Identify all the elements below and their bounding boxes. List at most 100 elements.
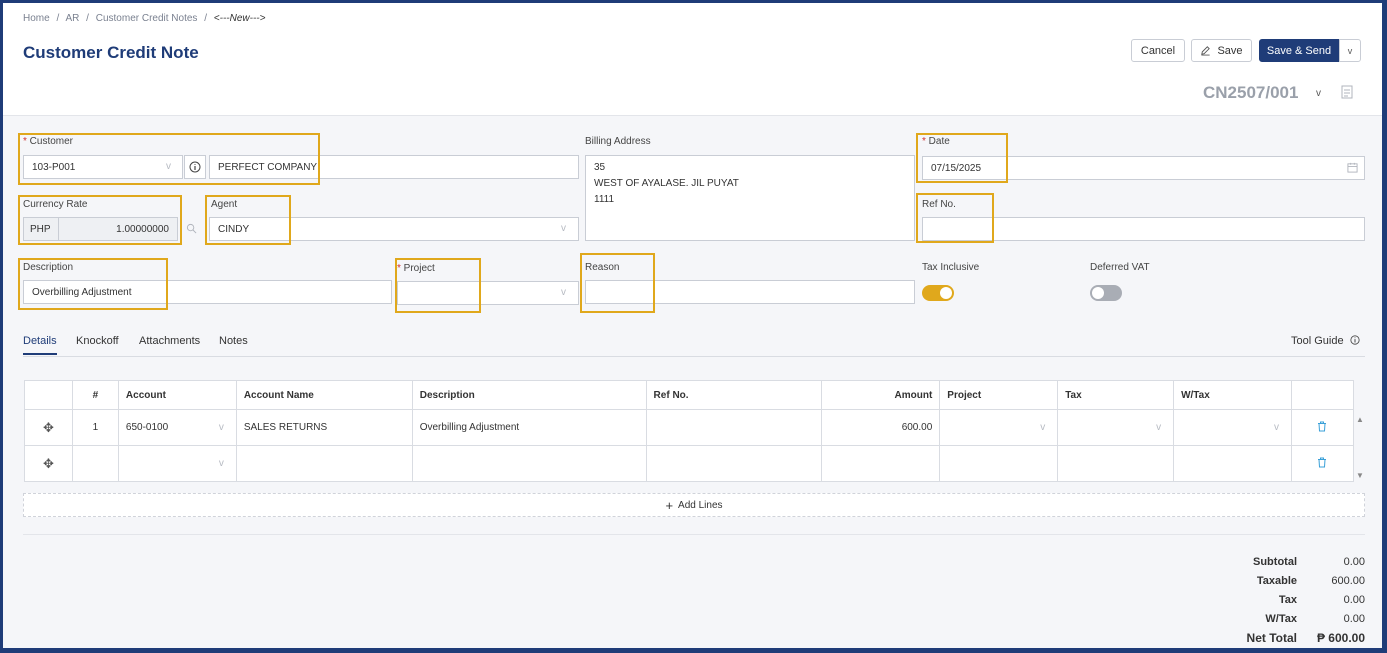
col-no: # — [71, 380, 119, 410]
amount-cell[interactable]: 600.00 — [821, 409, 941, 446]
tab-details[interactable]: Details — [23, 335, 57, 355]
address-line: WEST OF AYALASE. JIL PUYAT — [594, 178, 739, 189]
breadcrumb-credit-notes[interactable]: Customer Credit Notes — [96, 13, 198, 24]
line-project-select[interactable] — [939, 445, 1059, 482]
line-ref-no-cell[interactable] — [645, 445, 823, 482]
deferred-vat-label: Deferred VAT — [1090, 262, 1150, 273]
line-wtax-select[interactable]: v — [1173, 409, 1292, 446]
line-tax-select[interactable] — [1057, 445, 1175, 482]
wtax-label: W/Tax — [1265, 613, 1297, 625]
col-actions — [1290, 380, 1355, 410]
line-tax-select[interactable]: v — [1057, 409, 1175, 446]
tab-notes[interactable]: Notes — [219, 335, 248, 347]
amount-cell[interactable] — [821, 445, 941, 482]
trash-icon — [1318, 457, 1327, 467]
col-description: Description — [411, 380, 647, 410]
account-select[interactable]: v — [117, 445, 237, 482]
drag-handle-icon[interactable]: ✥ — [24, 409, 73, 446]
chevron-down-icon: v — [218, 422, 224, 433]
save-send-button[interactable]: Save & Send — [1259, 39, 1339, 62]
divider — [23, 534, 1365, 535]
pencil-icon — [1201, 46, 1211, 56]
agent-select[interactable]: CINDY — [209, 217, 579, 241]
breadcrumb: Home / AR / Customer Credit Notes / <---… — [23, 13, 269, 24]
reason-input[interactable] — [585, 280, 915, 304]
col-wtax: W/Tax — [1173, 380, 1292, 410]
chevron-down-icon: v — [218, 458, 224, 469]
tax-inclusive-label: Tax Inclusive — [922, 262, 980, 273]
project-label: * Project — [397, 263, 435, 274]
chevron-down-icon: v — [166, 161, 171, 172]
tab-attachments[interactable]: Attachments — [139, 335, 200, 347]
line-description-cell[interactable] — [411, 445, 647, 482]
scroll-up-arrow[interactable]: ▲ — [1356, 415, 1364, 424]
breadcrumb-home[interactable]: Home — [23, 13, 50, 24]
currency-rate-field[interactable]: 1.00000000 — [58, 217, 178, 241]
chevron-down-icon: v — [561, 287, 566, 298]
line-wtax-select[interactable] — [1173, 445, 1292, 482]
save-button[interactable]: Save — [1191, 39, 1252, 62]
scroll-down-arrow[interactable]: ▼ — [1356, 471, 1364, 480]
tax-label: Tax — [1278, 594, 1297, 606]
account-select[interactable]: 650-0100 v — [117, 409, 237, 446]
wtax-value: 0.00 — [1343, 613, 1365, 625]
breadcrumb-current: <---New---> — [213, 13, 266, 24]
customer-label: * Customer — [23, 136, 74, 147]
description-input[interactable]: Overbilling Adjustment — [23, 280, 392, 304]
subtotal-label: Subtotal — [1253, 556, 1297, 568]
table-row: ✥ 1 650-0100 v SALES RETURNS Overbilling … — [24, 409, 1355, 446]
table-row: ✥ v — [24, 445, 1355, 482]
trash-icon — [1318, 421, 1327, 431]
save-label: Save — [1217, 44, 1243, 57]
chevron-down-icon[interactable]: v — [1316, 88, 1321, 99]
agent-label: Agent — [211, 199, 238, 210]
project-select[interactable] — [397, 281, 579, 305]
line-description-cell[interactable]: Overbilling Adjustment — [411, 409, 647, 446]
billing-address-label: Billing Address — [585, 136, 651, 147]
search-icon[interactable] — [186, 223, 197, 234]
breadcrumb-sep: / — [204, 13, 207, 24]
col-ref-no: Ref No. — [645, 380, 823, 410]
delete-row-button[interactable] — [1290, 445, 1355, 482]
currency-code: PHP — [23, 217, 59, 241]
customer-info-button[interactable] — [184, 155, 206, 179]
line-ref-no-cell[interactable] — [645, 409, 823, 446]
date-input[interactable]: 07/15/2025 — [922, 156, 1365, 180]
tax-inclusive-toggle[interactable] — [922, 285, 954, 301]
col-account: Account — [117, 380, 237, 410]
add-lines-label: Add Lines — [678, 499, 723, 511]
cancel-button[interactable]: Cancel — [1131, 39, 1185, 62]
address-line: 1111 — [594, 194, 615, 205]
col-tax: Tax — [1057, 380, 1175, 410]
drag-handle-icon[interactable]: ✥ — [24, 445, 73, 482]
breadcrumb-ar[interactable]: AR — [65, 13, 79, 24]
deferred-vat-toggle[interactable] — [1090, 285, 1122, 301]
tool-guide-link[interactable]: Tool Guide — [1291, 335, 1360, 347]
account-name-cell: SALES RETURNS — [235, 409, 413, 446]
tab-bar: Details Knockoff Attachments Notes Tool … — [23, 335, 1365, 357]
address-line: 35 — [594, 162, 606, 173]
col-project: Project — [939, 380, 1059, 410]
delete-row-button[interactable] — [1290, 409, 1355, 446]
add-lines-button[interactable]: + Add Lines — [23, 493, 1365, 517]
row-number — [71, 445, 119, 482]
table-header-row: # Account Account Name Description Ref N… — [24, 380, 1355, 410]
customer-name-field[interactable]: PERFECT COMPANY — [209, 155, 579, 179]
save-options-dropdown[interactable]: v — [1339, 39, 1361, 62]
row-number: 1 — [71, 409, 119, 446]
subtotal-value: 0.00 — [1343, 556, 1365, 568]
info-icon — [1350, 335, 1360, 345]
chevron-down-icon: v — [1273, 422, 1279, 433]
billing-address-textarea[interactable]: 35 WEST OF AYALASE. JIL PUYAT 1111 — [585, 155, 915, 241]
ref-no-input[interactable] — [922, 217, 1365, 241]
tab-knockoff[interactable]: Knockoff — [76, 335, 119, 347]
taxable-label: Taxable — [1256, 575, 1297, 587]
col-amount: Amount — [821, 380, 941, 410]
calendar-icon[interactable] — [1347, 162, 1358, 173]
line-project-select[interactable]: v — [939, 409, 1059, 446]
app-frame: Home / AR / Customer Credit Notes / <---… — [3, 3, 1382, 648]
customer-code-select[interactable]: 103-P001 — [23, 155, 183, 179]
document-icon[interactable] — [1341, 85, 1353, 99]
col-account-name: Account Name — [235, 380, 413, 410]
net-total-label: Net Total — [1246, 631, 1297, 645]
